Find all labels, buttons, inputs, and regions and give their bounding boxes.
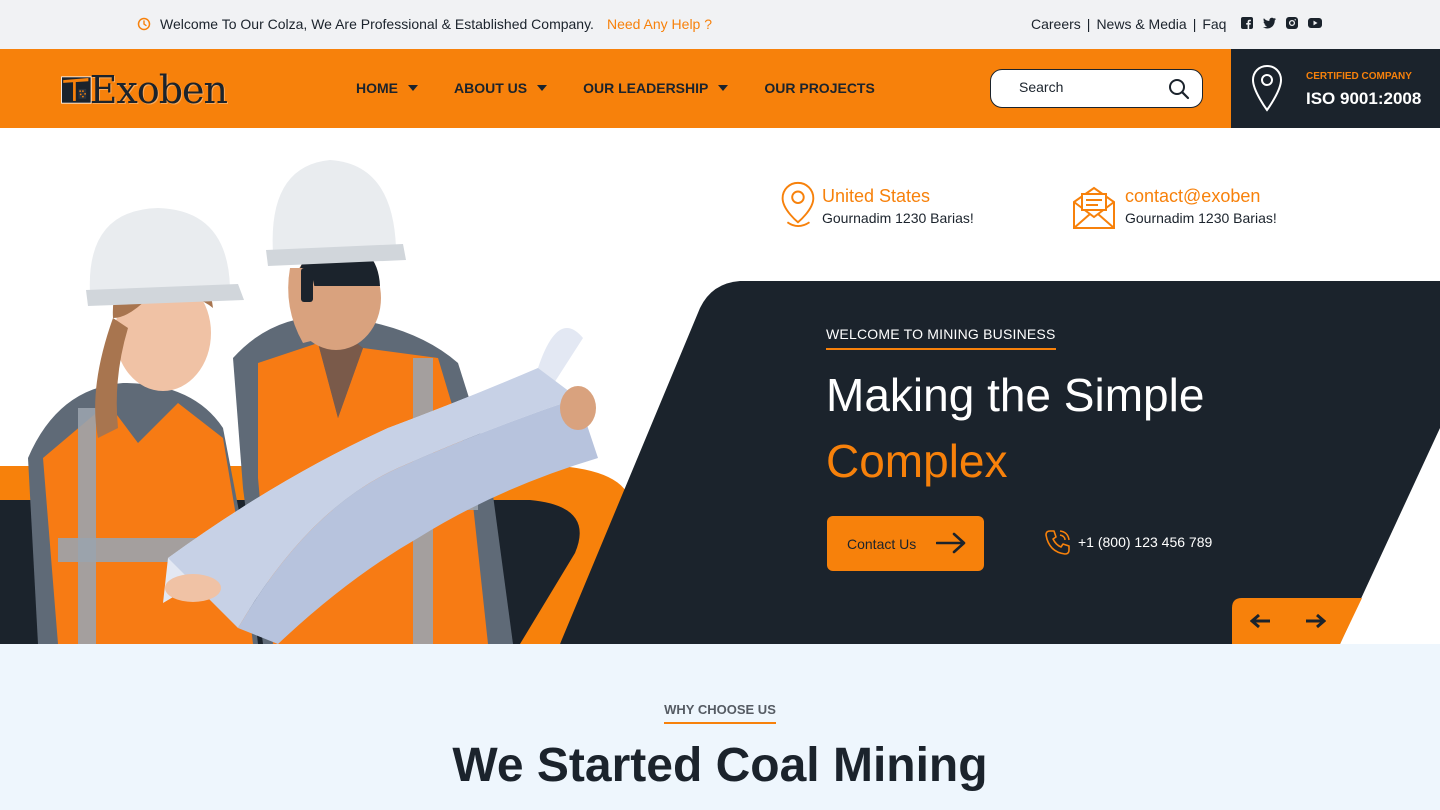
contact-us-button[interactable]: Contact Us [827, 516, 984, 571]
location-address: Gournadim 1230 Barias! [822, 210, 974, 226]
phone-icon [1045, 530, 1070, 555]
hero-section: United States Gournadim 1230 Barias! con… [0, 128, 1440, 644]
certification-label: CERTIFIED COMPANY [1306, 71, 1412, 82]
email-title[interactable]: contact@exoben [1125, 186, 1277, 207]
news-media-link[interactable]: News & Media [1096, 16, 1186, 32]
hero-headline-line1: Making the Simple [826, 369, 1205, 421]
link-separator: | [1192, 16, 1197, 32]
hero-headline-line2: Complex [826, 435, 1008, 487]
link-separator: | [1086, 16, 1091, 32]
nav-item-our-leadership[interactable]: OUR LEADERSHIP [583, 80, 729, 96]
why-kicker-wrap: WHY CHOOSE US [0, 701, 1440, 724]
caret-down-icon [537, 85, 548, 91]
welcome-message: Welcome To Our Colza, We Are Professiona… [137, 16, 712, 32]
location-pin-icon [1251, 64, 1283, 112]
workers-illustration [28, 160, 598, 644]
search-icon[interactable] [1168, 78, 1190, 100]
why-choose-us-section: WHY CHOOSE US We Started Coal Mining [0, 644, 1440, 810]
location-title: United States [822, 186, 931, 206]
nav-item-label: OUR PROJECTS [764, 80, 875, 96]
faq-link[interactable]: Faq [1202, 16, 1226, 32]
email-address: Gournadim 1230 Barias! [1125, 210, 1277, 226]
caret-down-icon [718, 85, 729, 91]
certification-value: ISO 9001:2008 [1306, 89, 1422, 108]
location-info: United States Gournadim 1230 Barias! [778, 180, 974, 228]
brand-name: Exoben [89, 68, 228, 112]
mining-logo-icon [61, 76, 92, 104]
twitter-icon[interactable] [1263, 17, 1276, 29]
hero-kicker: WELCOME TO MINING BUSINESS [826, 326, 1056, 350]
nav-item-about-us[interactable]: ABOUT US [454, 80, 548, 96]
search-box [990, 69, 1203, 108]
facebook-icon[interactable] [1241, 17, 1253, 29]
arrow-left-icon[interactable] [1250, 612, 1272, 630]
certification-badge: CERTIFIED COMPANY ISO 9001:2008 [1231, 49, 1440, 128]
caret-down-icon [408, 85, 418, 91]
brand-logo[interactable]: Exoben [61, 64, 228, 116]
welcome-text: Welcome To Our Colza, We Are Professiona… [160, 16, 594, 32]
careers-link[interactable]: Careers [1031, 16, 1081, 32]
top-bar: Welcome To Our Colza, We Are Professiona… [0, 0, 1440, 49]
search-input[interactable] [1019, 79, 1159, 95]
email-info: contact@exoben Gournadim 1230 Barias! [1071, 184, 1277, 230]
why-kicker: WHY CHOOSE US [664, 702, 776, 724]
nav-item-our-projects[interactable]: OUR PROJECTS [764, 80, 874, 96]
nav-item-label: HOME [356, 80, 398, 96]
nav-item-label: OUR LEADERSHIP [583, 80, 709, 96]
youtube-icon[interactable] [1308, 17, 1322, 29]
why-title: We Started Coal Mining [452, 739, 988, 792]
instagram-icon[interactable] [1286, 17, 1298, 29]
top-links: Careers | News & Media | Faq [1031, 16, 1226, 32]
arrow-right-icon [936, 532, 966, 554]
mail-icon [1073, 186, 1115, 229]
nav-item-label: ABOUT US [454, 80, 528, 96]
clock-icon [137, 17, 151, 31]
arrow-right-icon[interactable] [1304, 612, 1326, 630]
phone-number: +1 (800) 123 456 789 [1078, 534, 1213, 550]
slider-navigation [1232, 598, 1362, 644]
primary-menu: HOME ABOUT US OUR LEADERSHIP OUR PROJECT… [356, 80, 875, 96]
phone-contact[interactable]: +1 (800) 123 456 789 [1044, 528, 1212, 556]
main-navbar: Exoben HOME ABOUT US OUR LEADERSHIP OUR … [0, 49, 1231, 128]
contact-us-label: Contact Us [847, 535, 917, 552]
nav-item-home[interactable]: HOME [356, 80, 418, 96]
need-help-link[interactable]: Need Any Help ? [607, 16, 712, 32]
social-links [1241, 17, 1322, 29]
location-pin-icon [781, 181, 815, 228]
